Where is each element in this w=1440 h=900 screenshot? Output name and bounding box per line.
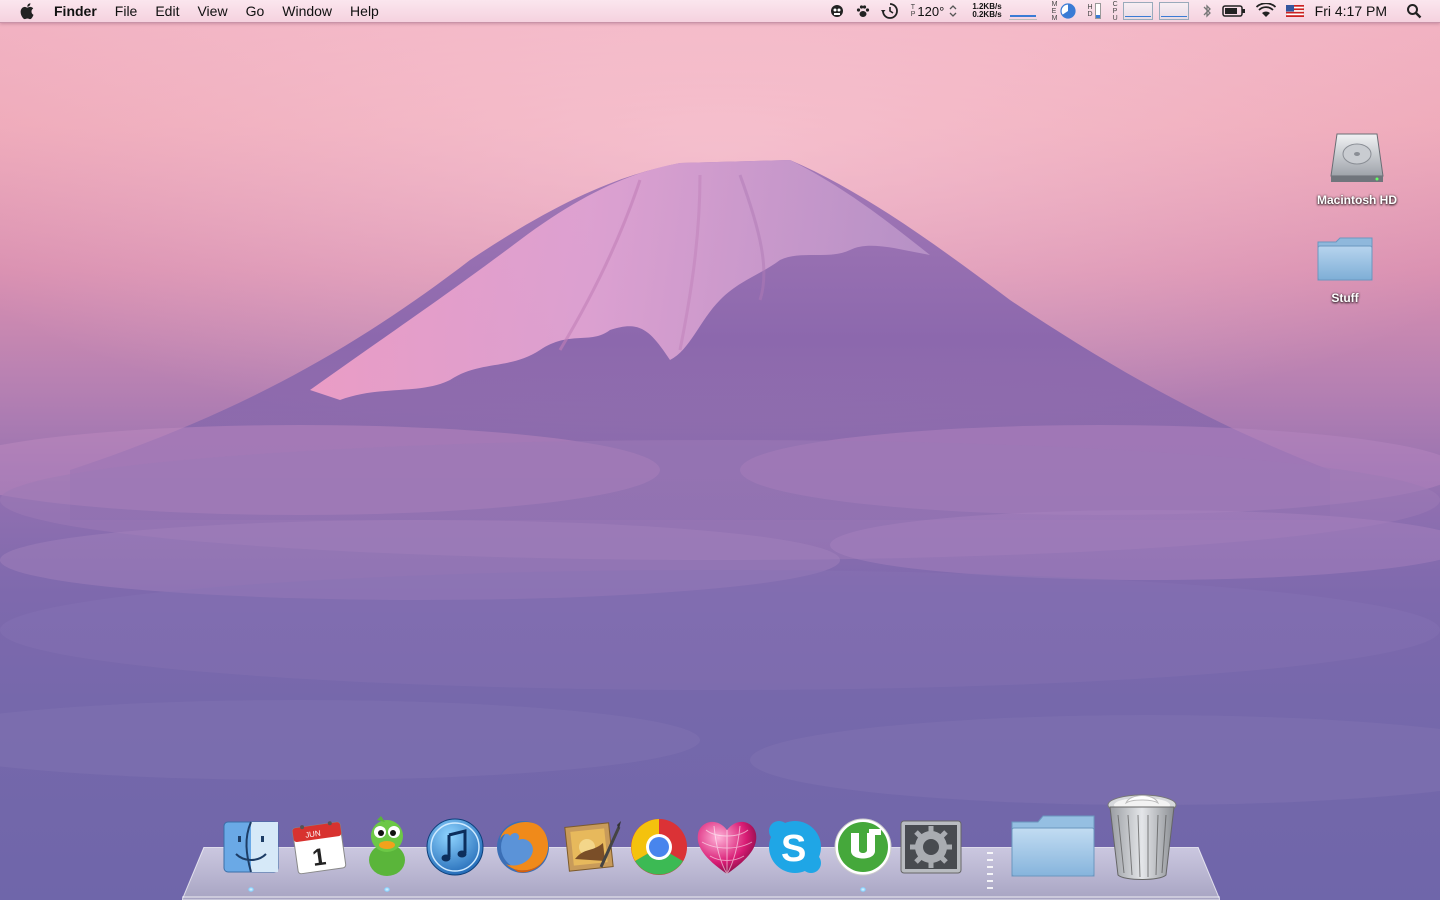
menu-go[interactable]: Go	[237, 0, 274, 22]
menu-file[interactable]: File	[106, 0, 147, 22]
menu-edit[interactable]: Edit	[146, 0, 188, 22]
temperature-icon[interactable]: TP 120°	[909, 0, 959, 22]
cpu-label-c: C	[1112, 0, 1118, 8]
mem-label-m2: M	[1051, 14, 1058, 22]
menu-help[interactable]: Help	[341, 0, 388, 22]
chrome-icon	[631, 819, 687, 875]
itunes-icon	[426, 818, 484, 876]
menu-bar: Finder File Edit View Go Window Help TP …	[0, 0, 1440, 23]
disk-monitor-icon[interactable]: HD	[1086, 0, 1101, 22]
firefox-icon	[497, 821, 549, 873]
net-down-speed: 0.2KB/s	[972, 10, 1002, 19]
dock-adium[interactable]	[354, 812, 420, 882]
network-graph	[1008, 3, 1037, 20]
dock-utorrent[interactable]	[830, 812, 896, 882]
finder-icon	[223, 821, 279, 873]
dock-system-preferences[interactable]	[898, 812, 964, 882]
menu-clock[interactable]: Fri 4:17 PM	[1315, 3, 1387, 19]
dock-finder[interactable]	[218, 812, 284, 882]
us-flag-input-icon[interactable]	[1285, 0, 1304, 22]
dock-running-indicator-utorrent	[860, 887, 866, 892]
iphoto-icon	[564, 821, 621, 872]
documents-folder-icon	[1011, 815, 1095, 877]
adium-icon	[369, 816, 405, 876]
cpu-graph-2	[1158, 2, 1189, 20]
hard-drive-icon	[1330, 133, 1384, 182]
system-preferences-icon	[900, 820, 962, 874]
desktop-wallpaper	[0, 0, 1440, 805]
trash-icon	[1107, 794, 1177, 880]
cpu-monitor-icon[interactable]: CPU	[1111, 0, 1192, 22]
desktop-icon-label: Macintosh HD	[1316, 193, 1397, 207]
cpu-label-p: P	[1112, 7, 1118, 15]
menu-window[interactable]: Window	[273, 0, 341, 22]
utorrent-icon	[834, 818, 892, 876]
paw-icon[interactable]	[855, 0, 871, 22]
svg-text:S: S	[781, 828, 806, 870]
mem-label-m: M	[1051, 0, 1058, 8]
temp-label-p: P	[910, 11, 916, 18]
growl-icon[interactable]	[829, 0, 845, 22]
dock-ical[interactable]: JUN 1	[286, 812, 352, 882]
desktop-icon-macintosh-hd[interactable]: Macintosh HD	[1302, 126, 1412, 207]
dock-firefox[interactable]	[490, 812, 556, 882]
dock-documents-folder[interactable]	[1010, 812, 1096, 882]
skype-icon: S	[769, 821, 821, 873]
hd-label-h: H	[1087, 4, 1093, 11]
mikogo-heart-icon	[697, 821, 757, 875]
mem-label-e: E	[1051, 7, 1057, 15]
dock-itunes[interactable]	[422, 812, 488, 882]
dock-running-indicator-finder	[248, 887, 254, 892]
temperature-readout: 120°	[917, 3, 945, 19]
folder-icon	[1317, 237, 1373, 281]
dock-trash[interactable]	[1104, 792, 1180, 882]
desktop-icon-label: Stuff	[1331, 291, 1359, 305]
time-machine-icon[interactable]	[880, 0, 899, 22]
app-menu-finder[interactable]: Finder	[54, 0, 106, 22]
network-monitor-icon[interactable]: 1.2KB/s 0.2KB/s	[968, 0, 1039, 22]
apple-icon[interactable]	[18, 0, 38, 22]
dock-skype[interactable]: S	[762, 812, 828, 882]
dock-heart-app[interactable]	[694, 812, 760, 882]
dock-iphoto[interactable]	[558, 812, 624, 882]
memory-monitor-icon[interactable]: MEM	[1050, 0, 1076, 22]
menu-view[interactable]: View	[188, 0, 236, 22]
wifi-icon[interactable]	[1255, 0, 1276, 22]
dock-separator[interactable]	[985, 850, 995, 895]
spotlight-icon[interactable]	[1406, 0, 1422, 22]
battery-icon[interactable]	[1221, 0, 1246, 22]
desktop-icon-stuff[interactable]: Stuff	[1290, 234, 1400, 305]
bluetooth-icon[interactable]	[1202, 0, 1212, 22]
dock-chrome[interactable]	[626, 812, 692, 882]
ical-icon: JUN 1	[292, 821, 347, 875]
temp-label-t: T	[910, 4, 916, 11]
cpu-graph-1	[1122, 2, 1153, 20]
hd-label-d: D	[1087, 11, 1093, 18]
cpu-label-u: U	[1112, 14, 1118, 22]
dock-running-indicator-adium	[384, 887, 390, 892]
